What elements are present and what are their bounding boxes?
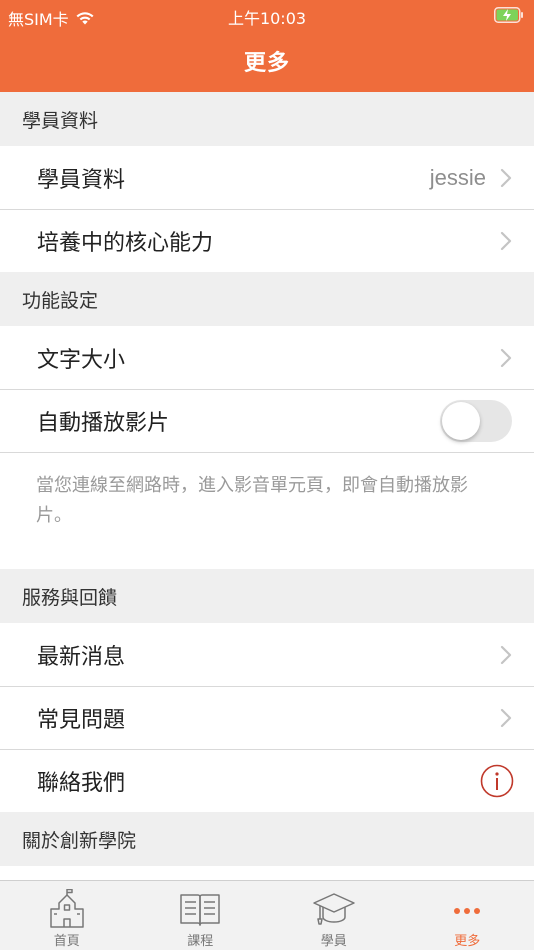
faq-row[interactable]: 常見問題 (0, 686, 534, 749)
student-name-value: jessie (429, 164, 486, 190)
row-label: 學員資料 (37, 167, 126, 193)
tab-label: 課程 (187, 934, 214, 949)
autoplay-row: 自動播放影片 (0, 389, 534, 452)
contact-row[interactable]: 聯絡我們 (0, 749, 534, 812)
news-row[interactable]: 最新消息 (0, 623, 534, 686)
settings-list[interactable]: 學員資料 學員資料 jessie 培養中的核心能力 功能設定 文字大小 自動播放… (0, 92, 534, 880)
row-label: 常見問題 (37, 707, 126, 733)
chevron-right-icon (500, 168, 512, 187)
tab-more[interactable]: 更多 (401, 881, 534, 950)
toggle-knob (442, 401, 480, 440)
row-label: 文字大小 (37, 347, 126, 373)
tab-students[interactable]: 學員 (267, 881, 401, 950)
chevron-right-icon (500, 708, 512, 727)
core-skills-row[interactable]: 培養中的核心能力 (0, 209, 534, 272)
row-label: 培養中的核心能力 (37, 230, 214, 256)
section-header-service: 服務與回饋 (0, 569, 534, 623)
tab-label: 更多 (454, 934, 481, 949)
row-label: 最新消息 (37, 644, 126, 670)
tab-home[interactable]: 首頁 (0, 881, 134, 950)
tab-label: 首頁 (53, 934, 80, 949)
book-icon (180, 894, 220, 926)
autoplay-toggle[interactable] (440, 399, 512, 442)
chevron-right-icon (500, 231, 512, 250)
graduation-cap-icon (313, 893, 355, 925)
battery-charging-icon (494, 7, 523, 23)
row-label: 聯絡我們 (37, 770, 126, 796)
autoplay-footnote: 當您連線至網路時，進入影音單元頁，即會自動播放影片。 (0, 452, 534, 569)
school-icon (50, 889, 84, 928)
chevron-right-icon (500, 348, 512, 367)
tab-label: 學員 (320, 934, 347, 949)
chevron-right-icon (500, 645, 512, 664)
text-size-row[interactable]: 文字大小 (0, 326, 534, 389)
student-profile-row[interactable]: 學員資料 jessie (0, 146, 534, 209)
tab-bar: 首頁 課程 學員 更多 (0, 880, 534, 950)
page-title: 更多 (243, 51, 290, 76)
status-bar: 無SIM卡 上午10:03 (0, 0, 534, 30)
section-header-settings: 功能設定 (0, 272, 534, 326)
app-header: 無SIM卡 上午10:03 更多 (0, 0, 534, 92)
about-row-partial[interactable] (0, 866, 534, 880)
section-header-about: 關於創新學院 (0, 812, 534, 866)
row-label: 自動播放影片 (37, 410, 170, 436)
info-icon[interactable] (480, 764, 514, 798)
status-time: 上午10:03 (227, 9, 307, 28)
more-dots-icon (454, 908, 481, 914)
section-header-student: 學員資料 (0, 92, 534, 146)
tab-courses[interactable]: 課程 (134, 881, 268, 950)
